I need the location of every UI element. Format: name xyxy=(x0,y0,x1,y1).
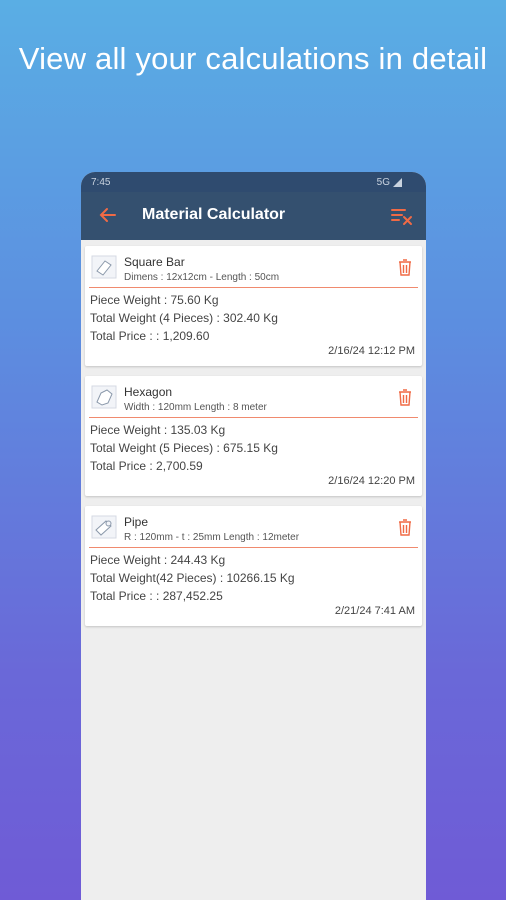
card-divider xyxy=(89,287,418,288)
delete-button[interactable] xyxy=(397,388,413,407)
material-dimensions: R : 120mm - t : 25mm Length : 12meter xyxy=(124,532,300,543)
piece-weight: Piece Weight : 135.03 Kg xyxy=(90,423,226,437)
total-weight: Total Weight (5 Pieces) : 675.15 Kg xyxy=(90,441,278,455)
material-thumbnail-icon xyxy=(91,255,117,279)
piece-weight: Piece Weight : 75.60 Kg xyxy=(90,293,219,307)
total-weight: Total Weight (4 Pieces) : 302.40 Kg xyxy=(90,311,278,325)
promo-headline: View all your calculations in detail xyxy=(18,41,488,76)
material-name: Hexagon xyxy=(124,385,173,399)
delete-button[interactable] xyxy=(397,258,413,277)
material-thumbnail-icon xyxy=(91,385,117,409)
calculation-list: Square Bar Dimens : 12x12cm - Length : 5… xyxy=(81,240,426,626)
arrow-left-icon xyxy=(99,208,116,222)
calculation-card[interactable]: Square Bar Dimens : 12x12cm - Length : 5… xyxy=(85,246,422,366)
calculation-date: 2/16/24 12:12 PM xyxy=(328,345,415,357)
network-type: 5G xyxy=(376,177,390,188)
app-title: Material Calculator xyxy=(142,206,286,223)
calculation-date: 2/16/24 12:20 PM xyxy=(328,475,415,487)
piece-weight: Piece Weight : 244.43 Kg xyxy=(90,553,226,567)
card-divider xyxy=(89,547,418,548)
calculation-card[interactable]: Pipe R : 120mm - t : 25mm Length : 12met… xyxy=(85,506,422,626)
material-name: Square Bar xyxy=(124,255,185,269)
card-divider xyxy=(89,417,418,418)
total-price: Total Price : 2,700.59 xyxy=(90,459,203,473)
material-name: Pipe xyxy=(124,515,149,529)
material-dimensions: Width : 120mm Length : 8 meter xyxy=(124,402,267,413)
clear-list-icon xyxy=(391,209,412,225)
material-thumbnail-icon xyxy=(91,515,117,539)
total-weight: Total Weight(42 Pieces) : 10266.15 Kg xyxy=(90,571,295,585)
phone-frame: 7:45 5G Material Calculator Square Bar D… xyxy=(81,172,426,900)
calculation-date: 2/21/24 7:41 AM xyxy=(334,605,415,617)
app-bar: Material Calculator xyxy=(81,192,426,240)
calculation-card[interactable]: Hexagon Width : 120mm Length : 8 meter P… xyxy=(85,376,422,496)
delete-button[interactable] xyxy=(397,518,413,537)
status-time: 7:45 xyxy=(91,177,111,188)
clear-all-button[interactable] xyxy=(390,204,414,228)
total-price: Total Price : : 287,452.25 xyxy=(90,589,223,603)
back-button[interactable] xyxy=(95,203,119,227)
material-dimensions: Dimens : 12x12cm - Length : 50cm xyxy=(124,272,280,283)
status-bar: 7:45 5G xyxy=(81,172,426,192)
signal-icon xyxy=(393,178,402,187)
total-price: Total Price : : 1,209.60 xyxy=(90,329,210,343)
